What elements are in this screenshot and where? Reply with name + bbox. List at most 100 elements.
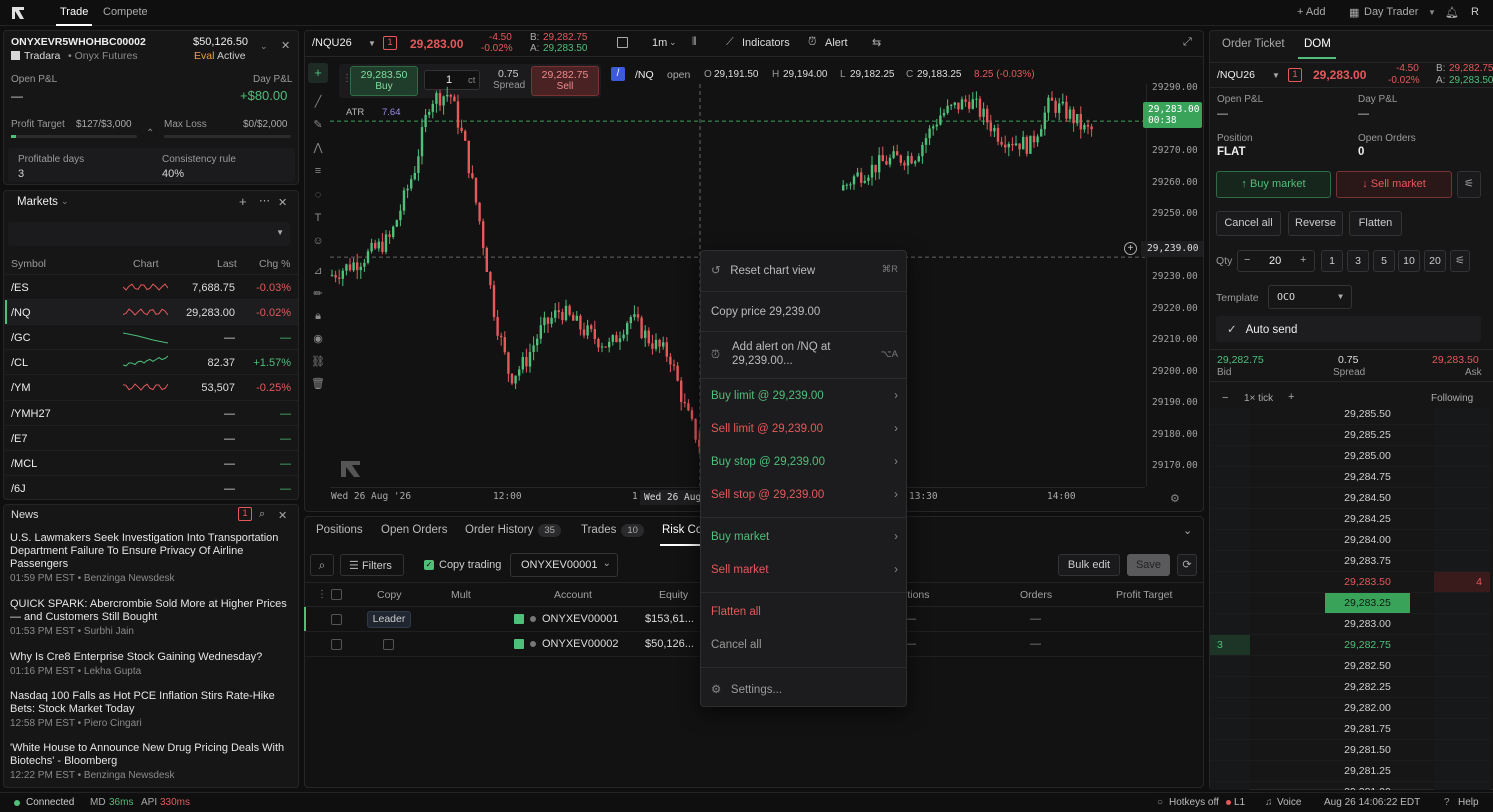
ask-cell[interactable] [1434, 530, 1490, 551]
columns-icon[interactable]: ⋮ [317, 589, 327, 600]
sell-market-item[interactable]: Sell market › [711, 564, 898, 576]
following-toggle[interactable]: Following [1431, 393, 1473, 404]
close-icon[interactable]: ✕ [281, 39, 290, 52]
bell-icon[interactable]: 🔔︎ [1445, 6, 1459, 19]
market-row[interactable]: /YM 53,507 -0.25% [5, 374, 298, 399]
ladder-row[interactable]: 29,283.25 [1210, 592, 1490, 614]
help-link[interactable]: Help [1458, 797, 1479, 808]
text-tool-icon[interactable]: T [311, 212, 325, 226]
news-item[interactable]: U.S. Lawmakers Seek Investigation Into T… [10, 532, 290, 584]
ask-cell[interactable] [1434, 656, 1490, 677]
bid-cell[interactable] [1210, 719, 1250, 740]
qty-plus-icon[interactable]: + [1300, 254, 1306, 266]
bid-cell[interactable] [1210, 614, 1250, 635]
ruler-tool-icon[interactable]: ⊿ [311, 264, 325, 278]
news-item[interactable]: QUICK SPARK: Abercrombie Sold More at Hi… [10, 598, 290, 637]
market-row[interactable]: /GC — — [5, 324, 298, 349]
copy-trading-checkbox[interactable]: ✓ [424, 560, 434, 570]
ask-cell[interactable] [1434, 761, 1490, 782]
market-row[interactable]: /YMH27 — — [5, 399, 298, 425]
qty-preset-button[interactable]: 1 [1321, 250, 1343, 272]
bulk-edit-button[interactable]: Bulk edit [1058, 554, 1120, 576]
qty-settings-button[interactable]: ⚟ [1450, 250, 1470, 272]
trash-tool-icon[interactable]: 🗑︎ [311, 377, 325, 391]
bid-cell[interactable] [1210, 698, 1250, 719]
buy-limit-item[interactable]: Buy limit @ 29,239.00 › [711, 390, 898, 402]
ask-cell[interactable] [1434, 740, 1490, 761]
add-button[interactable]: + Add [1297, 6, 1325, 18]
sell-stop-item[interactable]: Sell stop @ 29,239.00 › [711, 489, 898, 501]
flatten-all-item[interactable]: Flatten all [711, 606, 898, 618]
add-alert-item[interactable]: ⏰︎ Add alert on /NQ at 29,239.00... ⌥A [711, 340, 898, 368]
market-row[interactable]: /MCL — — [5, 449, 298, 475]
ladder-row[interactable]: 29,282.75 3 [1210, 634, 1490, 656]
search-icon[interactable]: ⌕ [259, 508, 265, 521]
copy-checkbox[interactable] [383, 639, 394, 650]
buy-market-item[interactable]: Buy market › [711, 531, 898, 543]
ask-cell[interactable] [1434, 509, 1490, 530]
qty-preset-button[interactable]: 10 [1398, 250, 1420, 272]
bid-cell[interactable] [1210, 740, 1250, 761]
row-checkbox[interactable] [331, 614, 342, 625]
dom-flatten-button[interactable]: Flatten [1349, 211, 1402, 236]
tab-dom[interactable]: DOM [1304, 38, 1331, 50]
ladder-row[interactable]: 29,285.00 [1210, 445, 1490, 467]
dom-symbol[interactable]: /NQU26 [1217, 69, 1255, 81]
alert-button[interactable]: Alert [825, 37, 848, 49]
collapse-bottom-icon[interactable]: ⌄ [1183, 524, 1192, 537]
news-item[interactable]: 'White House to Announce New Drug Pricin… [10, 742, 290, 781]
buy-stop-item[interactable]: Buy stop @ 29,239.00 › [711, 456, 898, 468]
ask-cell[interactable] [1434, 635, 1490, 656]
dom-buy-market-button[interactable]: ↑ Buy market [1216, 171, 1331, 198]
ladder-row[interactable]: 29,283.75 [1210, 550, 1490, 572]
tick-plus-icon[interactable]: + [1288, 391, 1294, 403]
ask-cell[interactable] [1434, 488, 1490, 509]
select-all-checkbox[interactable] [331, 589, 342, 600]
ladder-row[interactable]: 29,285.25 [1210, 424, 1490, 446]
qty-preset-button[interactable]: 5 [1373, 250, 1395, 272]
sell-limit-item[interactable]: Sell limit @ 29,239.00 › [711, 423, 898, 435]
bottom-tab[interactable]: Trades 10 [581, 524, 644, 537]
bid-cell[interactable] [1210, 761, 1250, 782]
dom-cancel-all-button[interactable]: Cancel all [1216, 211, 1281, 236]
tab-order-ticket[interactable]: Order Ticket [1222, 38, 1285, 50]
ladder-row[interactable]: 29,281.25 [1210, 760, 1490, 782]
indicators-button[interactable]: Indicators [742, 37, 790, 49]
more-icon[interactable]: ⋯ [259, 194, 270, 207]
eye-tool-icon[interactable]: ◉ [311, 332, 325, 346]
pattern-tool-icon[interactable]: ⋀ [311, 141, 325, 155]
ladder-row[interactable]: 29,284.50 [1210, 487, 1490, 509]
candles-icon[interactable]: ⫴ [692, 36, 697, 49]
brush-tool-icon[interactable]: ✎ [311, 118, 325, 132]
ask-cell[interactable] [1434, 614, 1490, 635]
ask-cell[interactable] [1434, 446, 1490, 467]
tab-trade[interactable]: Trade [60, 6, 88, 18]
dom-sell-market-button[interactable]: ↓ Sell market [1336, 171, 1452, 198]
interval-select[interactable]: 1m [652, 37, 667, 49]
bottom-search-button[interactable]: ⌕ [310, 554, 334, 576]
bid-cell[interactable] [1210, 551, 1250, 572]
ladder-row[interactable]: 29,284.75 [1210, 466, 1490, 488]
layout-select[interactable]: Day Trader [1364, 6, 1418, 18]
market-row[interactable]: /E7 — — [5, 424, 298, 450]
dom-settings-button[interactable]: ⚟ [1457, 171, 1481, 198]
pencil-tool-icon[interactable]: ✏ [311, 287, 325, 301]
close-markets-icon[interactable]: ✕ [278, 196, 287, 209]
bid-cell[interactable] [1210, 782, 1250, 790]
template-select[interactable]: OCO ▼ [1268, 285, 1352, 309]
bottom-tab[interactable]: Order History 35 [465, 524, 561, 537]
copy-price-item[interactable]: Copy price 29,239.00 [711, 306, 898, 318]
close-news-icon[interactable]: ✕ [278, 509, 287, 522]
qty-minus-icon[interactable]: − [1244, 254, 1250, 266]
news-item[interactable]: Nasdaq 100 Falls as Hot PCE Inflation St… [10, 690, 290, 729]
data-level[interactable]: L1 [1234, 797, 1245, 808]
ask-cell[interactable] [1434, 593, 1490, 614]
fib-tool-icon[interactable]: ≡ [311, 165, 325, 179]
bid-cell[interactable] [1210, 488, 1250, 509]
collapse-icon[interactable]: ⌃ [146, 128, 154, 139]
chart-alert-badge[interactable]: 1 [383, 36, 397, 50]
filters-button[interactable]: ☰ Filters [340, 554, 404, 576]
bottom-tab[interactable]: Open Orders [381, 524, 447, 536]
watchlist-select[interactable]: ▼ [8, 222, 290, 246]
lock-tool-icon[interactable]: 🔒︎ [311, 310, 325, 324]
